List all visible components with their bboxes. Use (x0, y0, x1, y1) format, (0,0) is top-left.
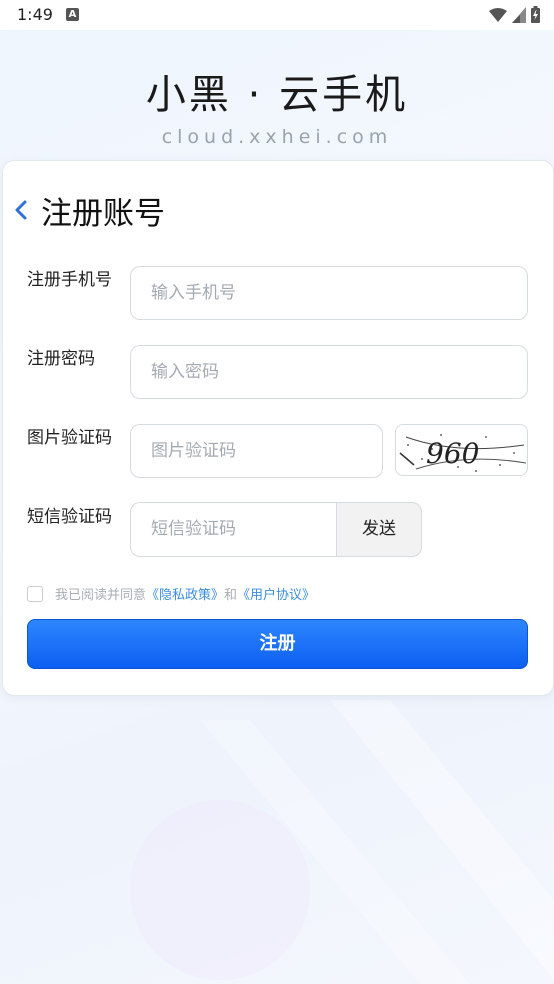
sms-code-label: 短信验证码 (27, 507, 112, 527)
captcha-noise: 960 (399, 434, 527, 472)
captcha-text: 960 (426, 437, 479, 470)
send-sms-button[interactable]: 发送 (336, 502, 422, 557)
captcha-image[interactable]: 960 (395, 424, 528, 476)
sms-code-input[interactable]: 短信验证码 (130, 502, 337, 557)
status-icons (489, 6, 540, 23)
back-chevron-icon[interactable] (11, 199, 31, 221)
brand-header: 小黑 · 云手机 cloud.xxhei.com (0, 62, 554, 148)
cell-signal-icon (512, 6, 526, 23)
battery-icon (531, 6, 540, 23)
agreement-text: 我已阅读并同意 (55, 588, 147, 603)
agreement-row: 我已阅读并同意 《隐私政策》 和 《用户协议》 (27, 584, 315, 603)
image-captcha-placeholder: 图片验证码 (151, 441, 236, 461)
user-agreement-link[interactable]: 《用户协议》 (237, 584, 315, 603)
password-placeholder: 输入密码 (151, 362, 219, 382)
phone-label: 注册手机号 (27, 270, 112, 290)
phone-input[interactable]: 输入手机号 (130, 266, 528, 320)
register-card: 注册账号 注册手机号 输入手机号 注册密码 输入密码 图片验证码 图片验证码 9… (2, 160, 554, 696)
password-input[interactable]: 输入密码 (130, 345, 528, 399)
status-time: 1:49 (17, 5, 53, 24)
page-title: 注册账号 (41, 196, 165, 232)
status-bar: 1:49 A (0, 0, 554, 30)
password-label: 注册密码 (27, 349, 95, 369)
notification-icon: A (66, 8, 79, 21)
phone-placeholder: 输入手机号 (151, 283, 236, 303)
privacy-policy-link[interactable]: 《隐私政策》 (146, 584, 224, 603)
sms-code-placeholder: 短信验证码 (151, 519, 236, 539)
image-captcha-label: 图片验证码 (27, 428, 112, 448)
register-button[interactable]: 注册 (27, 619, 528, 669)
app-title: 小黑 · 云手机 (145, 72, 409, 118)
wifi-icon (489, 7, 507, 22)
app-domain: cloud.xxhei.com (161, 126, 393, 148)
agreement-and: 和 (224, 588, 238, 603)
agreement-checkbox[interactable] (27, 585, 43, 602)
image-captcha-input[interactable]: 图片验证码 (130, 424, 383, 478)
